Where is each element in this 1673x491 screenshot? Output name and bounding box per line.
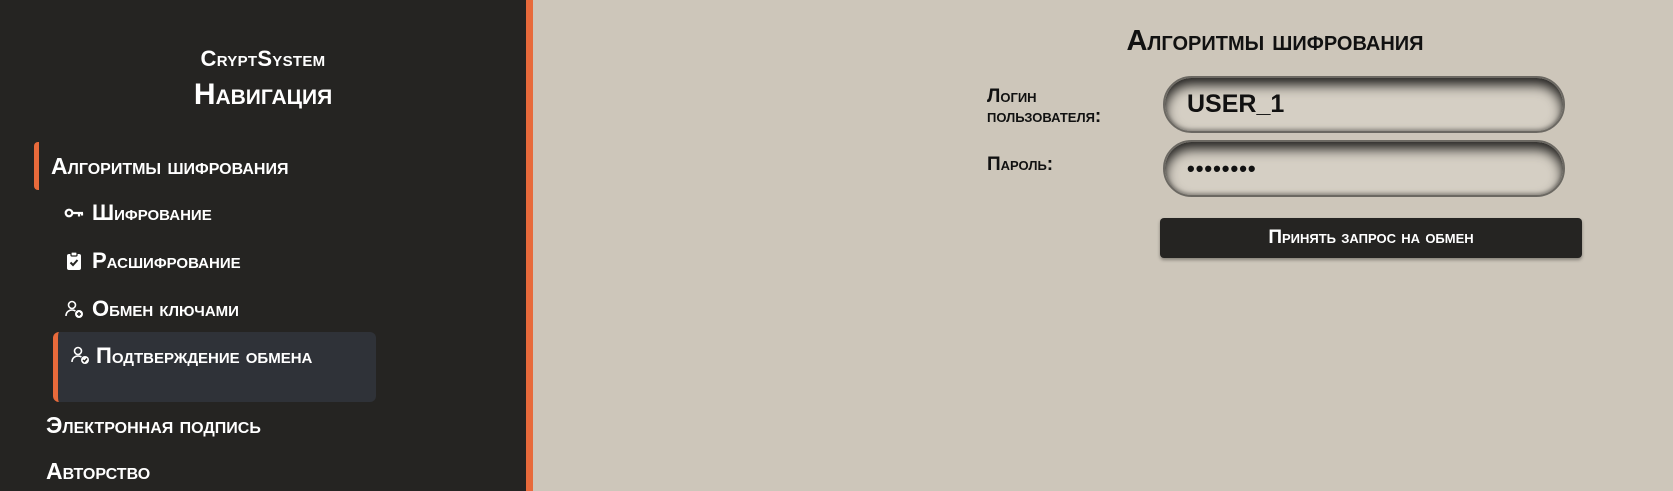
page-title: Алгоритмы шифрования xyxy=(1126,25,1424,57)
key-icon xyxy=(64,203,84,223)
nav-title: Навигация xyxy=(193,78,333,111)
user-add-icon xyxy=(64,299,84,319)
sidebar-section-label: Электронная подпись xyxy=(46,412,261,438)
sidebar-item-decryption[interactable]: Расшифрование xyxy=(64,248,241,274)
sidebar-item-label: Подтверждение обмена xyxy=(96,343,313,368)
sidebar-section-label: Авторство xyxy=(46,458,151,484)
user-check-icon xyxy=(70,345,90,365)
sidebar-item-key-exchange[interactable]: Обмен ключами xyxy=(64,296,239,322)
login-label: Логин пользователя: xyxy=(987,86,1102,127)
password-input[interactable] xyxy=(1163,140,1565,197)
sidebar-item-label: Расшифрование xyxy=(92,248,241,273)
sidebar-section-label: Алгоритмы шифрования xyxy=(51,153,289,179)
accept-exchange-button[interactable]: Принять запрос на обмен xyxy=(1160,218,1582,258)
clipboard-check-icon xyxy=(64,251,84,271)
sidebar: CryptSystem Навигация Алгоритмы шифрован… xyxy=(0,0,533,491)
sidebar-item-label: Шифрование xyxy=(92,200,212,225)
sidebar-item-label: Обмен ключами xyxy=(92,296,239,321)
sidebar-item-encryption[interactable]: Шифрование xyxy=(64,200,212,226)
sidebar-section-authorship[interactable]: Авторство xyxy=(46,458,150,485)
login-input[interactable] xyxy=(1163,76,1565,133)
sidebar-section-encryption[interactable]: Алгоритмы шифрования xyxy=(51,153,288,180)
sidebar-section-signature[interactable]: Электронная подпись xyxy=(46,412,261,439)
password-label: Пароль: xyxy=(987,154,1054,175)
brand-name: CryptSystem xyxy=(200,46,326,71)
